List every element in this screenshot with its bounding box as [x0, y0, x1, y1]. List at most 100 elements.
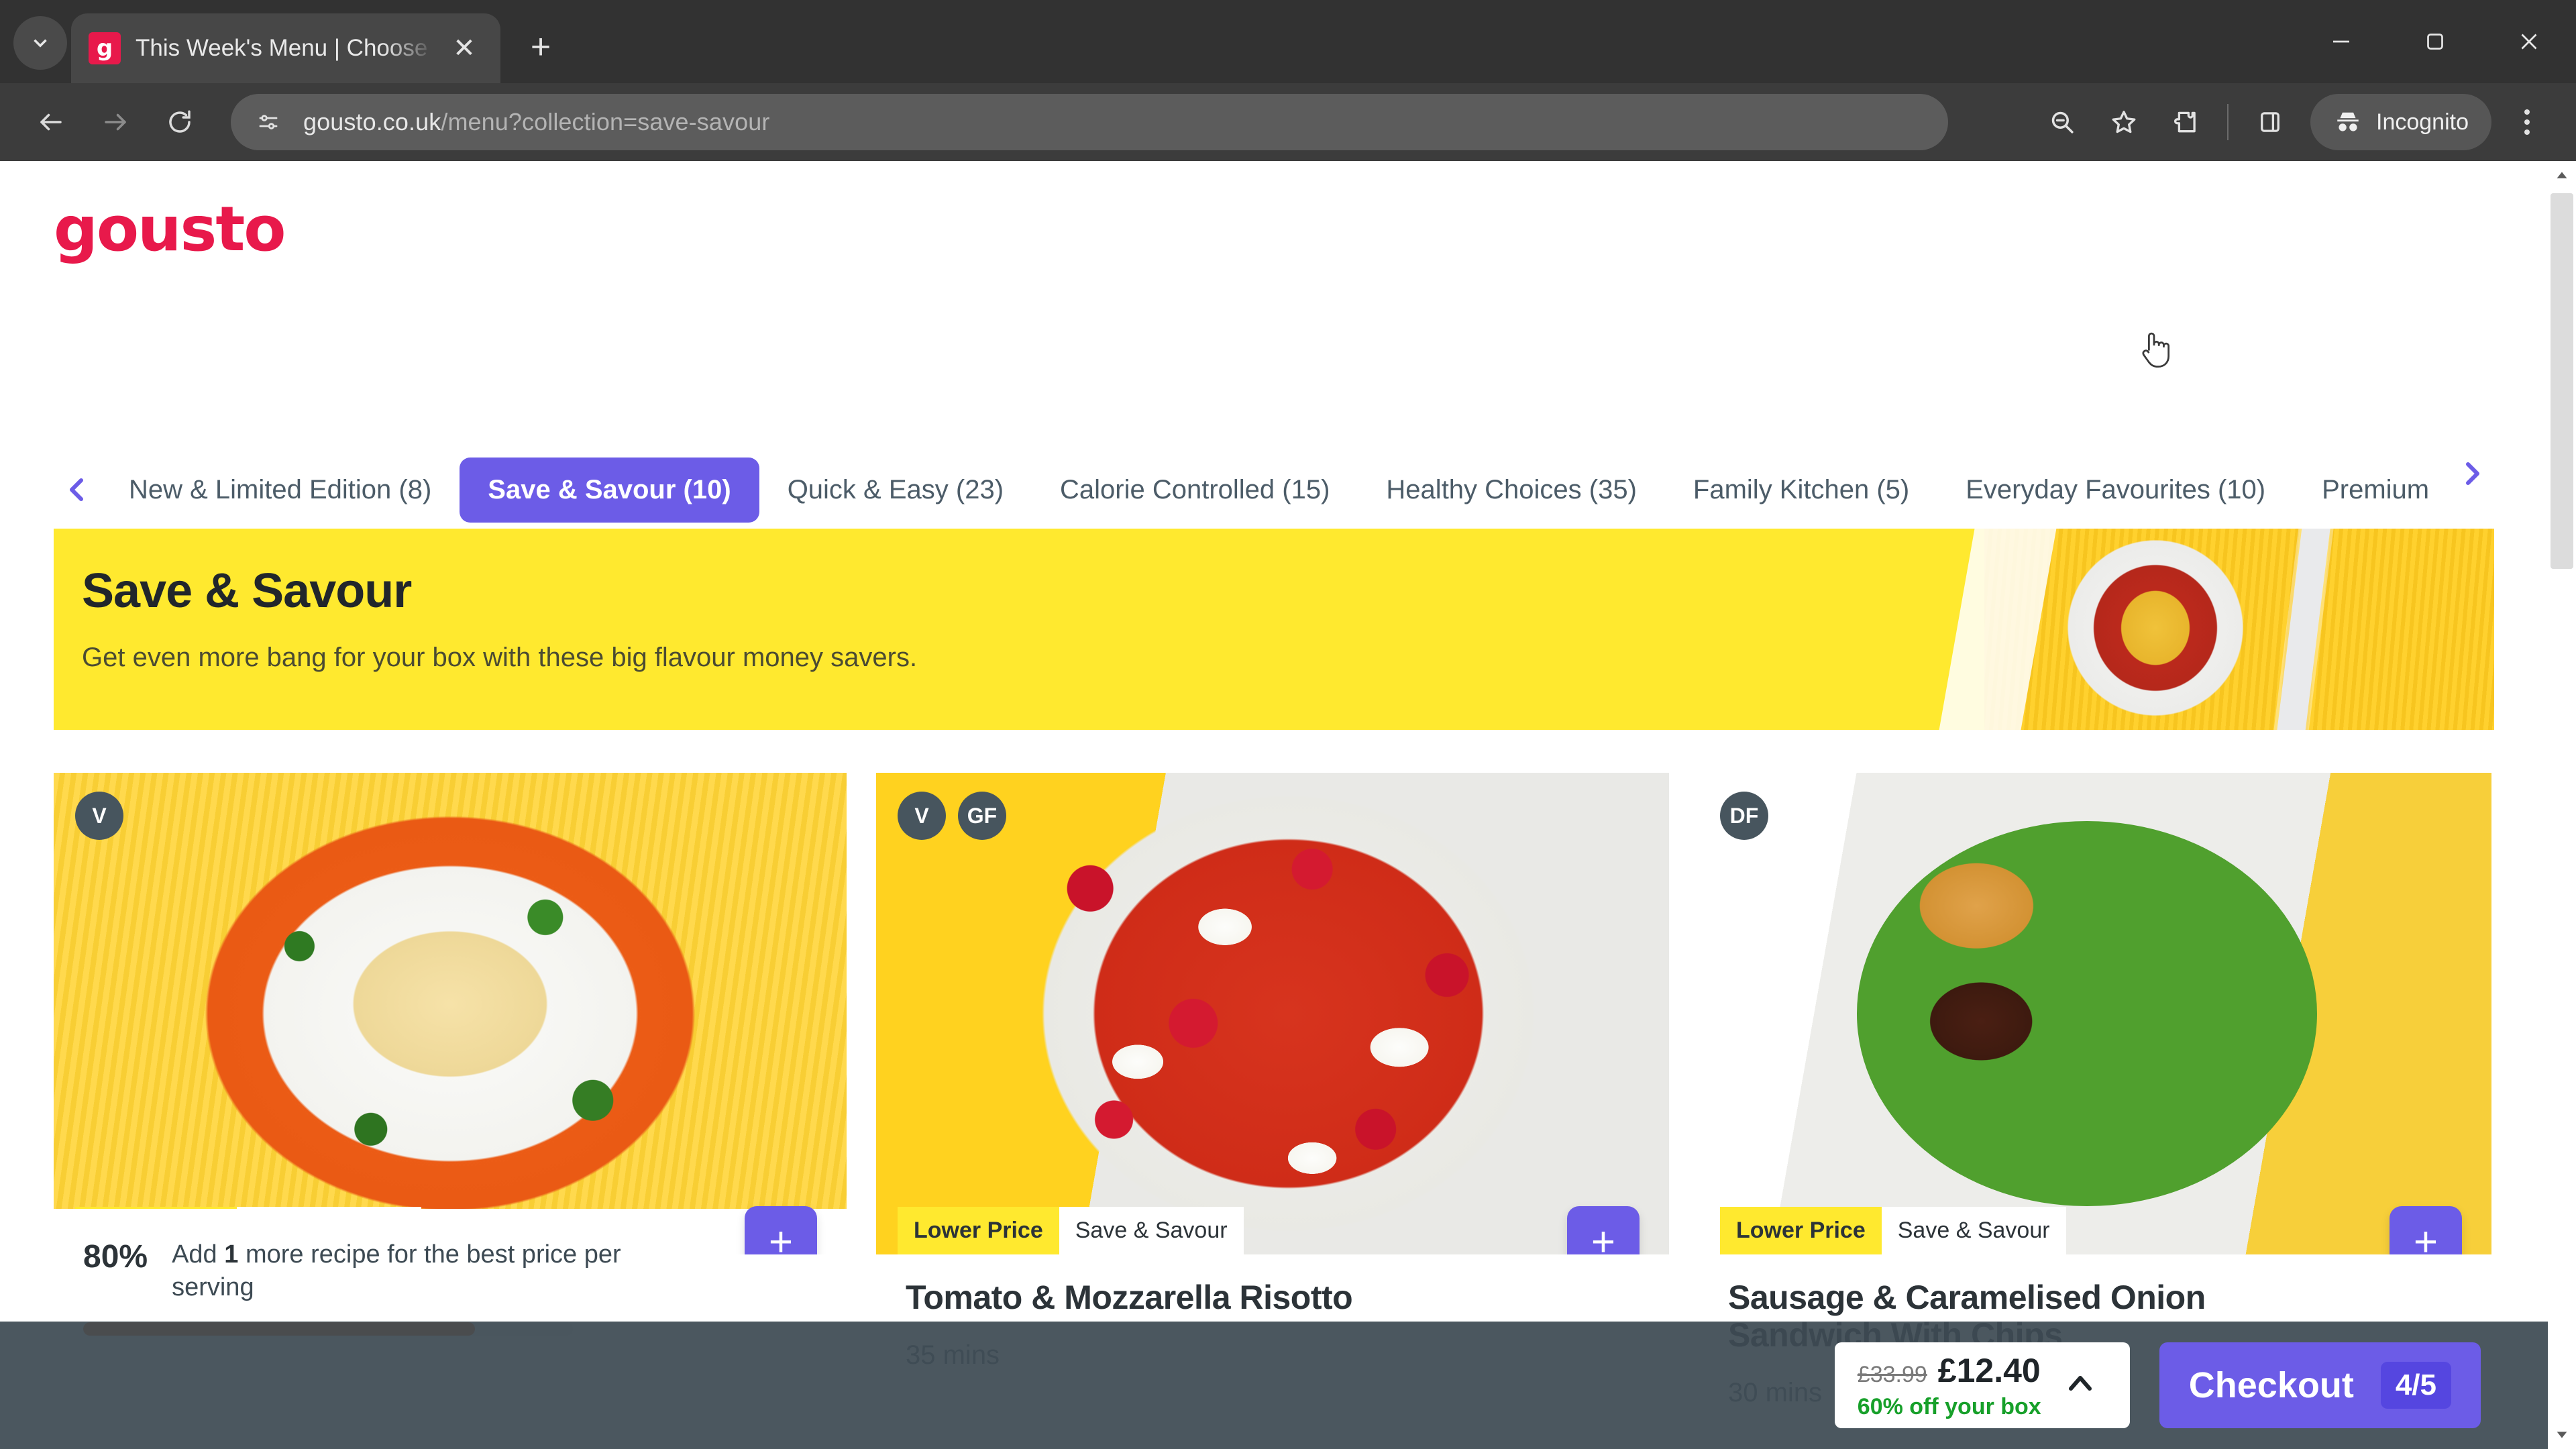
checkout-bar: £33.99 £12.40 60% off your box Checkout …: [0, 1322, 2548, 1449]
expand-basket-button[interactable]: [2064, 1367, 2096, 1404]
kebab-dot: [2524, 119, 2530, 125]
bookmark-button[interactable]: [2093, 91, 2155, 153]
side-panel-button[interactable]: [2239, 91, 2301, 153]
diet-badge-list: DF: [1720, 792, 1768, 840]
recipe-image[interactable]: V GF Lower Price Save & Savour +: [876, 773, 1669, 1254]
tab-family-kitchen[interactable]: Family Kitchen (5): [1665, 458, 1937, 523]
categories-next-button[interactable]: [2449, 458, 2496, 490]
incognito-label: Incognito: [2376, 109, 2469, 135]
checkout-button[interactable]: Checkout 4/5: [2159, 1342, 2481, 1428]
diet-badge-v: V: [898, 792, 946, 840]
diet-badge-list: V GF: [898, 792, 1006, 840]
browser-tab[interactable]: g This Week's Menu | Choose Fro ✕: [71, 13, 500, 83]
discount-label: 60% off your box: [1857, 1393, 2041, 1419]
category-tab-bar: New & Limited Edition (8) Save & Savour …: [0, 443, 2548, 537]
basket-price-summary[interactable]: £33.99 £12.40 60% off your box: [1834, 1342, 2130, 1428]
side-panel-icon: [2261, 112, 2279, 132]
triangle-up-icon: [2557, 172, 2567, 178]
tab-save-savour[interactable]: Save & Savour (10): [460, 457, 759, 523]
tune-icon: [259, 115, 278, 129]
reload-button[interactable]: [148, 90, 212, 154]
tag-collection: Save & Savour: [1881, 1207, 2066, 1254]
url-host: gousto.co.uk: [303, 108, 441, 136]
tag-lower-price: Lower Price: [1720, 1207, 1882, 1254]
kebab-dot: [2524, 129, 2530, 135]
zoom-button[interactable]: [2031, 91, 2093, 153]
chevron-right-icon: [2466, 462, 2479, 485]
tab-calorie-controlled[interactable]: Calorie Controlled (15): [1032, 458, 1358, 523]
tab-everyday-favourites[interactable]: Everyday Favourites (10): [1937, 458, 2294, 523]
tab-title: This Week's Menu | Choose Fro: [136, 35, 439, 61]
recipe-card[interactable]: V GF Lower Price Save & Savour + Tomato …: [876, 773, 1669, 1408]
tab-healthy-choices[interactable]: Healthy Choices (35): [1358, 458, 1665, 523]
progress-message: Add 1 more recipe for the best price per…: [172, 1238, 641, 1305]
tab-premium[interactable]: Premium: [2294, 458, 2457, 523]
recipe-card[interactable]: DF Lower Price Save & Savour + Sausage &…: [1699, 773, 2491, 1408]
banner-subtitle: Get even more bang for your box with the…: [82, 643, 918, 672]
page-scrollbar[interactable]: [2548, 161, 2576, 1449]
chevron-left-icon: [70, 478, 83, 501]
recipe-title[interactable]: Tomato & Mozzarella Risotto: [906, 1279, 1509, 1316]
minimize-button[interactable]: [2294, 0, 2388, 83]
toolbar-actions: Incognito: [2031, 91, 2557, 153]
url-path: /menu?collection=save-savour: [441, 108, 770, 136]
extensions-button[interactable]: [2155, 91, 2216, 153]
gousto-menu-page: gousto New & Limited Edition (8) Save & …: [0, 161, 2548, 1449]
tab-strip: g This Week's Menu | Choose Fro ✕ +: [0, 0, 2576, 83]
kebab-dot: [2524, 109, 2530, 115]
progress-row: 80% Add 1 more recipe for the best price…: [83, 1238, 817, 1305]
address-bar[interactable]: gousto.co.uk/menu?collection=save-savour: [231, 94, 1948, 150]
price-current: £12.40: [1937, 1351, 2041, 1389]
browser-toolbar: gousto.co.uk/menu?collection=save-savour: [0, 83, 2576, 161]
diet-badge-gf: GF: [958, 792, 1006, 840]
recipe-card[interactable]: V Lower Price Save & Savour + 80% Add 1 …: [54, 773, 847, 1408]
add-recipe-button[interactable]: +: [1567, 1206, 1640, 1254]
maximize-icon: [2427, 34, 2443, 50]
close-icon: [2521, 34, 2537, 50]
scrollbar-thumb[interactable]: [2551, 193, 2573, 569]
add-recipe-button[interactable]: +: [745, 1206, 817, 1254]
tab-quick-easy[interactable]: Quick & Easy (23): [759, 458, 1032, 523]
back-button[interactable]: [19, 90, 83, 154]
price-line: £33.99 £12.40: [1858, 1351, 2041, 1390]
maximize-button[interactable]: [2388, 0, 2482, 83]
url-text: gousto.co.uk/menu?collection=save-savour: [303, 108, 769, 136]
site-settings-button[interactable]: [250, 103, 287, 141]
checkout-count-badge: 4/5: [2380, 1362, 2451, 1409]
recipe-image[interactable]: V Lower Price Save & Savour +: [54, 773, 847, 1254]
browser-menu-button[interactable]: [2497, 91, 2557, 153]
minimize-icon: [2333, 40, 2349, 43]
progress-text-after: more recipe for the best price per servi…: [172, 1240, 621, 1302]
scroll-up-button[interactable]: [2548, 161, 2576, 189]
checkout-label: Checkout: [2188, 1365, 2354, 1405]
diet-badge-v: V: [75, 792, 123, 840]
progress-text-before: Add: [172, 1240, 225, 1269]
price-column: £33.99 £12.40 60% off your box: [1858, 1351, 2041, 1420]
chevron-down-icon: [34, 39, 47, 48]
price-original: £33.99: [1857, 1361, 1927, 1387]
tag-lower-price: Lower Price: [898, 1207, 1059, 1254]
tab-new-limited-edition[interactable]: New & Limited Edition (8): [101, 458, 460, 523]
add-recipe-button[interactable]: +: [2390, 1206, 2462, 1254]
recipe-image[interactable]: DF Lower Price Save & Savour +: [1699, 773, 2491, 1254]
incognito-icon: [2337, 112, 2359, 131]
new-tab-button[interactable]: +: [515, 21, 566, 72]
banner-food-image: [1984, 529, 2494, 730]
arrow-left-icon: [40, 113, 62, 131]
toolbar-divider: [2227, 104, 2229, 140]
incognito-indicator[interactable]: Incognito: [2310, 94, 2491, 150]
scroll-down-button[interactable]: [2548, 1421, 2576, 1449]
collection-banner: Save & Savour Get even more bang for you…: [54, 529, 2494, 730]
tab-close-button[interactable]: ✕: [445, 30, 483, 67]
category-scroller[interactable]: New & Limited Edition (8) Save & Savour …: [101, 457, 2457, 523]
puzzle-icon: [2174, 111, 2196, 133]
forward-button[interactable]: [83, 90, 148, 154]
categories-prev-button[interactable]: [54, 474, 101, 506]
banner-title: Save & Savour: [82, 564, 412, 618]
zoom-out-icon: [2051, 111, 2074, 133]
tab-search-button[interactable]: [13, 16, 67, 70]
recipe-tag-row: Lower Price Save & Savour: [898, 1207, 1244, 1254]
close-window-button[interactable]: [2482, 0, 2576, 83]
gousto-logo[interactable]: gousto: [54, 193, 286, 265]
recipe-grid: V Lower Price Save & Savour + 80% Add 1 …: [54, 773, 2494, 1408]
